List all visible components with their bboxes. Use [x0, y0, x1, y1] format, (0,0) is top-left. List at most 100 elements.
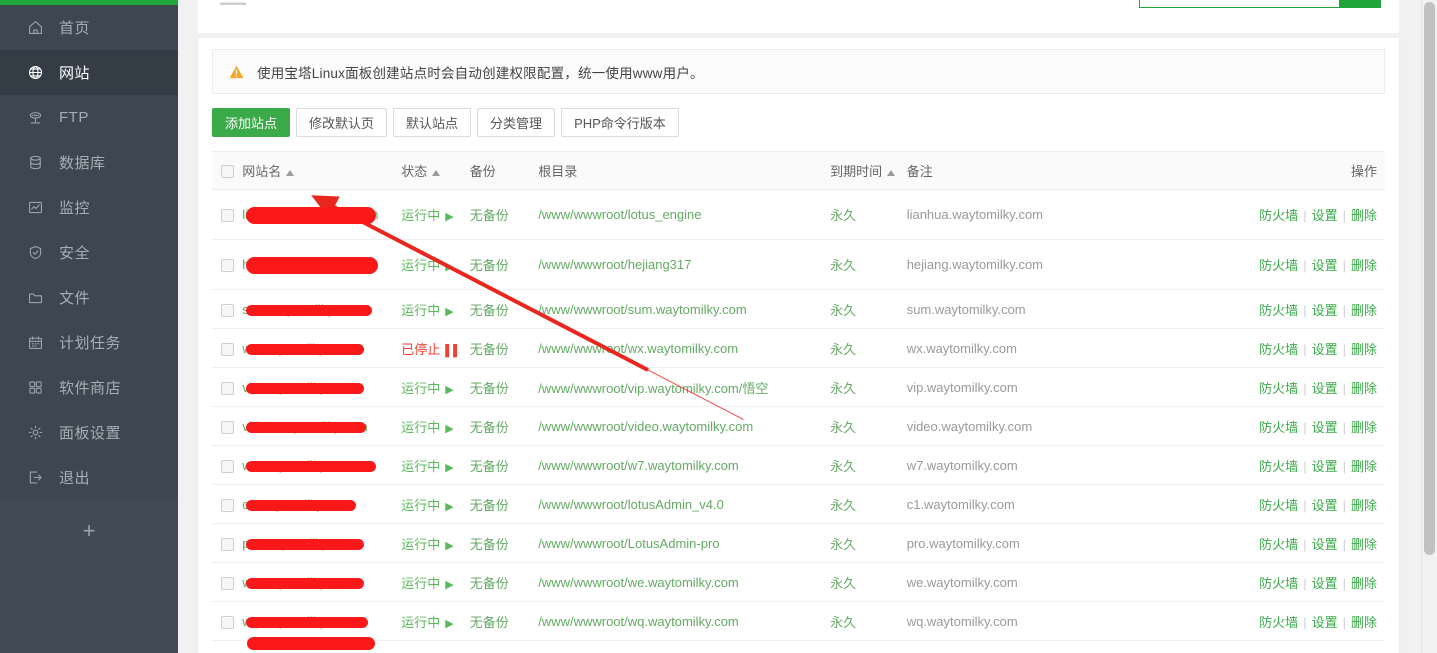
search-input[interactable] — [1139, 0, 1339, 8]
sort-asc-icon[interactable] — [286, 169, 295, 176]
status-badge[interactable]: 运行中 ▶ — [401, 537, 453, 552]
backup-link[interactable]: 无备份 — [470, 303, 509, 318]
delete-link[interactable]: 删除 — [1351, 303, 1377, 318]
site-name-link[interactable]: wx.waytomilky.com — [242, 341, 352, 356]
site-name-link[interactable]: pro.waytomilky.com — [242, 536, 355, 551]
header-state[interactable]: 状态 — [401, 151, 470, 190]
expire-value[interactable]: 永久 — [830, 381, 856, 396]
site-name-link[interactable]: vip.waytomilky.com — [242, 380, 353, 395]
status-badge[interactable]: 运行中 ▶ — [401, 303, 453, 318]
firewall-link[interactable]: 防火墙 — [1259, 459, 1298, 474]
delete-link[interactable]: 删除 — [1351, 381, 1377, 396]
note-value[interactable]: w7.waytomilky.com — [907, 458, 1018, 473]
delete-link[interactable]: 删除 — [1351, 208, 1377, 223]
note-value[interactable]: wq.waytomilky.com — [907, 614, 1018, 629]
settings-link[interactable]: 设置 — [1312, 258, 1338, 273]
row-checkbox[interactable] — [220, 576, 234, 590]
root-path-link[interactable]: /www/wwwroot/hejiang317 — [538, 257, 691, 272]
note-value[interactable]: video.waytomilky.com — [907, 419, 1032, 434]
note-value[interactable]: wx.waytomilky.com — [907, 341, 1017, 356]
sort-asc-icon[interactable] — [432, 169, 441, 176]
status-badge[interactable]: 运行中 ▶ — [401, 615, 453, 630]
delete-link[interactable]: 删除 — [1351, 615, 1377, 630]
site-name-link[interactable]: video.waytomilky.com — [242, 419, 367, 434]
firewall-link[interactable]: 防火墙 — [1259, 381, 1298, 396]
select-all-checkbox[interactable] — [220, 165, 234, 179]
row-checkbox[interactable] — [220, 498, 234, 512]
status-badge[interactable]: 运行中 ▶ — [401, 420, 453, 435]
header-site-name[interactable]: 网站名 — [242, 151, 402, 190]
status-badge[interactable]: 运行中 ▶ — [401, 576, 453, 591]
site-name-link[interactable]: hejiang.waytomilky.com — [242, 257, 378, 272]
status-badge[interactable]: 运行中 ▶ — [401, 459, 453, 474]
expire-value[interactable]: 永久 — [830, 420, 856, 435]
settings-link[interactable]: 设置 — [1312, 381, 1338, 396]
expire-value[interactable]: 永久 — [830, 258, 856, 273]
toolbar-button-1[interactable]: 添加站点 — [212, 108, 291, 137]
site-name-link[interactable]: wq.waytomilky.com — [242, 614, 353, 629]
root-path-link[interactable]: /www/wwwroot/we.waytomilky.com — [538, 575, 739, 590]
row-checkbox[interactable] — [220, 381, 234, 395]
delete-link[interactable]: 删除 — [1351, 342, 1377, 357]
status-badge[interactable]: 运行中 ▶ — [401, 258, 453, 273]
firewall-link[interactable]: 防火墙 — [1259, 615, 1298, 630]
backup-link[interactable]: 无备份 — [470, 381, 509, 396]
firewall-link[interactable]: 防火墙 — [1259, 420, 1298, 435]
row-checkbox[interactable] — [220, 342, 234, 356]
note-value[interactable]: hejiang.waytomilky.com — [907, 257, 1043, 272]
status-badge[interactable]: 运行中 ▶ — [401, 498, 453, 513]
sidebar-item-2[interactable]: 网站 — [0, 50, 178, 95]
delete-link[interactable]: 删除 — [1351, 420, 1377, 435]
root-path-link[interactable]: /www/wwwroot/vip.waytomilky.com/悟空 — [538, 381, 768, 396]
header-expire[interactable]: 到期时间 — [830, 151, 907, 190]
sidebar-item-9[interactable]: 软件商店 — [0, 365, 178, 410]
settings-link[interactable]: 设置 — [1312, 615, 1338, 630]
note-value[interactable]: c1.waytomilky.com — [907, 497, 1015, 512]
site-name-link[interactable]: w7.waytomilky.com — [242, 458, 353, 473]
expire-value[interactable]: 永久 — [830, 303, 856, 318]
sidebar-add-button[interactable]: + — [83, 520, 96, 542]
note-value[interactable]: vip.waytomilky.com — [907, 380, 1018, 395]
firewall-link[interactable]: 防火墙 — [1259, 342, 1298, 357]
expire-value[interactable]: 永久 — [830, 208, 856, 223]
row-checkbox[interactable] — [220, 459, 234, 473]
sidebar-item-1[interactable]: 首页 — [0, 5, 178, 50]
delete-link[interactable]: 删除 — [1351, 576, 1377, 591]
expire-value[interactable]: 永久 — [830, 537, 856, 552]
expire-value[interactable]: 永久 — [830, 342, 856, 357]
settings-link[interactable]: 设置 — [1312, 208, 1338, 223]
toolbar-button-2[interactable]: 修改默认页 — [296, 108, 388, 137]
backup-link[interactable]: 无备份 — [470, 420, 509, 435]
settings-link[interactable]: 设置 — [1312, 459, 1338, 474]
search-button[interactable] — [1339, 0, 1381, 8]
delete-link[interactable]: 删除 — [1351, 537, 1377, 552]
note-value[interactable]: lianhua.waytomilky.com — [907, 207, 1043, 222]
settings-link[interactable]: 设置 — [1312, 498, 1338, 513]
backup-link[interactable]: 无备份 — [470, 459, 509, 474]
backup-link[interactable]: 无备份 — [470, 258, 509, 273]
backup-link[interactable]: 无备份 — [470, 537, 509, 552]
status-badge[interactable]: 运行中 ▶ — [401, 381, 453, 396]
note-value[interactable]: pro.waytomilky.com — [907, 536, 1020, 551]
sidebar-item-4[interactable]: 数据库 — [0, 140, 178, 185]
sidebar-item-7[interactable]: 文件 — [0, 275, 178, 320]
site-name-link[interactable]: sum.waytomilky.com — [242, 302, 361, 317]
root-path-link[interactable]: /www/wwwroot/lotus_engine — [538, 207, 701, 222]
toolbar-button-5[interactable]: PHP命令行版本 — [561, 108, 679, 137]
root-path-link[interactable]: /www/wwwroot/lotusAdmin_v4.0 — [538, 497, 724, 512]
sidebar-item-3[interactable]: FTP — [0, 95, 178, 140]
row-checkbox[interactable] — [220, 537, 234, 551]
sort-asc-icon[interactable] — [887, 169, 896, 176]
note-value[interactable]: sum.waytomilky.com — [907, 302, 1026, 317]
settings-link[interactable]: 设置 — [1312, 303, 1338, 318]
root-path-link[interactable]: /www/wwwroot/w7.waytomilky.com — [538, 458, 739, 473]
root-path-link[interactable]: /www/wwwroot/LotusAdmin-pro — [538, 536, 719, 551]
toolbar-button-4[interactable]: 分类管理 — [477, 108, 556, 137]
page-scrollbar-thumb[interactable] — [1424, 2, 1435, 555]
sidebar-item-6[interactable]: 安全 — [0, 230, 178, 275]
root-path-link[interactable]: /www/wwwroot/wx.waytomilky.com — [538, 341, 738, 356]
row-checkbox[interactable] — [220, 420, 234, 434]
firewall-link[interactable]: 防火墙 — [1259, 303, 1298, 318]
row-checkbox[interactable] — [220, 259, 234, 273]
sidebar-item-8[interactable]: 计划任务 — [0, 320, 178, 365]
